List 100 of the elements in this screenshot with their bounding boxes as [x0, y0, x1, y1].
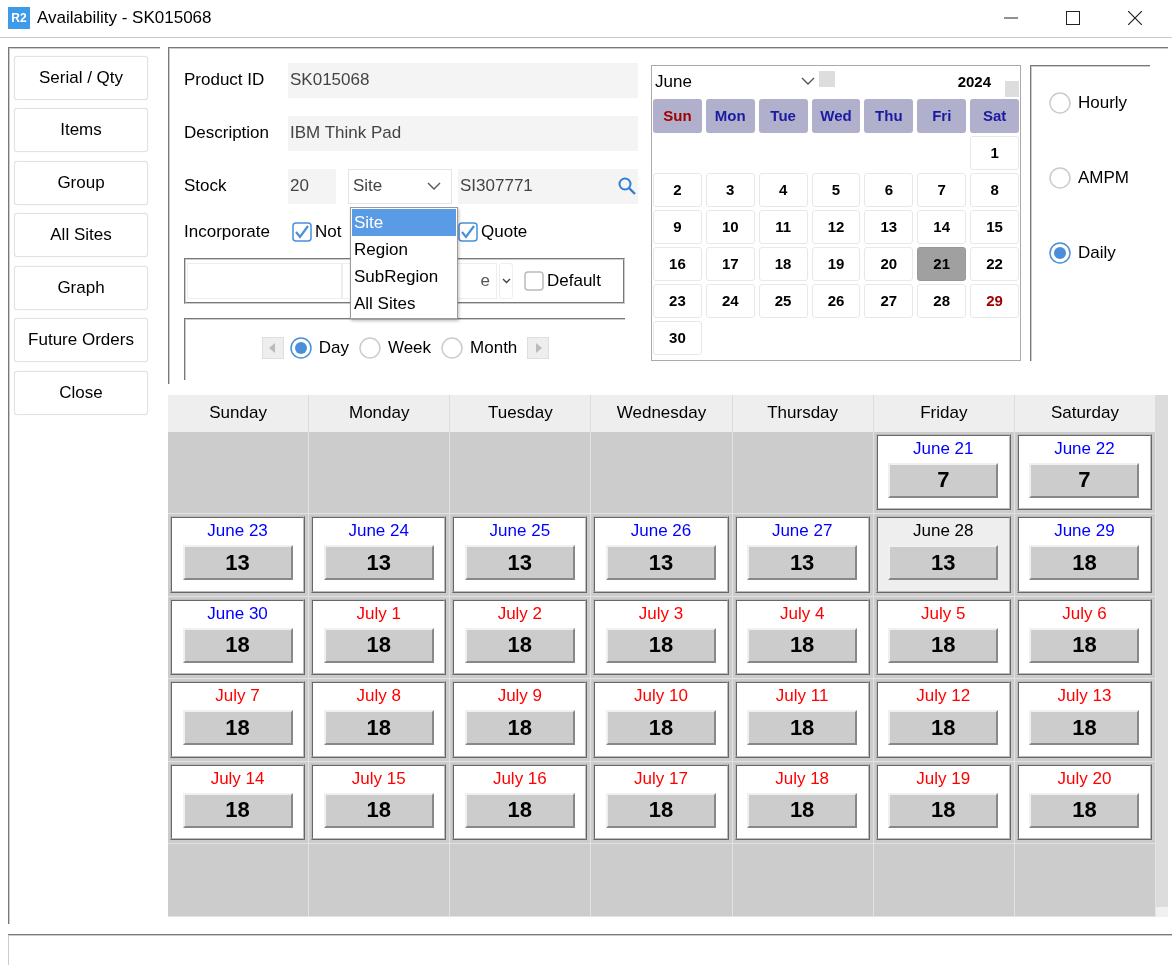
count-button[interactable]: 18: [1029, 792, 1140, 828]
radio-button[interactable]: [1049, 241, 1071, 264]
day-card[interactable]: July 8 18: [311, 681, 447, 758]
day-cell[interactable]: 3: [705, 172, 755, 207]
day-cell[interactable]: 15: [970, 209, 1019, 244]
day-card[interactable]: July 16 18: [452, 763, 588, 841]
day-card[interactable]: July 9 18: [452, 681, 588, 758]
day-card[interactable]: June 28 13: [875, 516, 1011, 593]
side-button[interactable]: Group: [14, 160, 148, 205]
side-button[interactable]: Future Orders: [14, 318, 148, 363]
day-cell[interactable]: 11: [758, 209, 808, 244]
dropdown-button[interactable]: [499, 262, 513, 299]
dropdown-option[interactable]: SubRegion: [352, 262, 456, 290]
day-cell[interactable]: 6: [864, 172, 914, 207]
count-button[interactable]: 18: [182, 710, 293, 746]
day-card[interactable]: July 11 18: [734, 681, 870, 758]
count-button[interactable]: 18: [323, 792, 434, 828]
day-card[interactable]: July 17 18: [593, 763, 729, 841]
day-cell[interactable]: 12: [811, 209, 861, 244]
day-card[interactable]: June 23 13: [170, 516, 306, 593]
count-button[interactable]: 18: [1029, 545, 1140, 581]
day-card[interactable]: July 5 18: [875, 598, 1011, 676]
day-cell[interactable]: 18: [758, 246, 808, 281]
dropdown-option[interactable]: All Sites: [352, 289, 456, 317]
combo-field[interactable]: [187, 262, 342, 299]
day-cell[interactable]: 20: [864, 246, 914, 281]
day-cell[interactable]: 14: [917, 209, 967, 244]
day-card[interactable]: June 26 13: [593, 516, 729, 593]
day-cell[interactable]: 28: [917, 283, 967, 318]
day-card[interactable]: July 10 18: [593, 681, 729, 758]
count-button[interactable]: 18: [464, 627, 575, 663]
next-button[interactable]: [527, 336, 550, 359]
count-button[interactable]: 18: [747, 792, 858, 828]
day-card[interactable]: July 15 18: [311, 763, 447, 841]
day-cell[interactable]: 5: [811, 172, 861, 207]
day-cell[interactable]: 17: [705, 246, 755, 281]
count-button[interactable]: 18: [1029, 710, 1140, 746]
side-button[interactable]: Serial / Qty: [14, 55, 148, 100]
count-button[interactable]: 18: [182, 627, 293, 663]
day-card[interactable]: June 27 13: [734, 516, 870, 593]
day-cell[interactable]: 19: [811, 246, 861, 281]
radio-button[interactable]: [358, 336, 381, 359]
checkbox[interactable]: [458, 221, 478, 242]
day-cell[interactable]: 30: [653, 320, 702, 355]
count-button[interactable]: 18: [323, 710, 434, 746]
input-field[interactable]: 20: [288, 168, 336, 204]
search-icon[interactable]: [618, 177, 636, 196]
day-card[interactable]: July 7 18: [170, 681, 306, 758]
dropdown-option[interactable]: Region: [352, 235, 456, 263]
checkbox[interactable]: [524, 270, 544, 291]
count-button[interactable]: 13: [323, 545, 434, 581]
close-icon[interactable]: [1128, 11, 1142, 26]
day-cell[interactable]: 23: [653, 283, 702, 318]
day-card[interactable]: July 3 18: [593, 598, 729, 676]
count-button[interactable]: 13: [747, 545, 858, 581]
day-cell[interactable]: 22: [970, 246, 1019, 281]
spinner-button[interactable]: [819, 70, 835, 87]
year-field[interactable]: 2024: [835, 73, 1005, 91]
count-button[interactable]: 18: [323, 627, 434, 663]
radio-button[interactable]: [289, 336, 312, 359]
count-button[interactable]: 18: [888, 710, 999, 746]
radio-button[interactable]: [1049, 166, 1071, 189]
count-button[interactable]: 7: [888, 462, 999, 498]
scrollbar[interactable]: [1156, 394, 1168, 917]
count-button[interactable]: 18: [464, 792, 575, 828]
day-cell[interactable]: 7: [917, 172, 967, 207]
day-card[interactable]: July 1 18: [311, 598, 447, 676]
day-cell[interactable]: 1: [970, 135, 1019, 170]
count-button[interactable]: 18: [464, 710, 575, 746]
side-button[interactable]: Items: [14, 108, 148, 153]
day-cell[interactable]: 9: [653, 209, 702, 244]
day-card[interactable]: July 18 18: [734, 763, 870, 841]
count-button[interactable]: 13: [888, 545, 999, 581]
day-cell[interactable]: 10: [705, 209, 755, 244]
side-button[interactable]: Graph: [14, 265, 148, 310]
count-button[interactable]: 13: [182, 545, 293, 581]
side-button[interactable]: Close: [14, 370, 148, 415]
checkbox[interactable]: [292, 221, 312, 242]
day-card[interactable]: July 6 18: [1016, 598, 1152, 676]
day-cell[interactable]: 16: [653, 246, 702, 281]
day-card[interactable]: July 2 18: [452, 598, 588, 676]
day-cell[interactable]: 8: [970, 172, 1019, 207]
previous-button[interactable]: [261, 336, 284, 359]
day-cell[interactable]: 4: [758, 172, 808, 207]
count-button[interactable]: 13: [606, 545, 716, 581]
count-button[interactable]: 18: [747, 710, 858, 746]
day-card[interactable]: June 24 13: [311, 516, 447, 593]
count-button[interactable]: 18: [888, 627, 999, 663]
count-button[interactable]: 13: [464, 545, 575, 581]
count-button[interactable]: 18: [606, 710, 716, 746]
day-cell[interactable]: 24: [705, 283, 755, 318]
count-button[interactable]: 18: [182, 792, 293, 828]
day-card[interactable]: July 19 18: [875, 763, 1011, 841]
day-cell[interactable]: 2: [653, 172, 702, 207]
input-field[interactable]: IBM Think Pad: [288, 115, 638, 151]
count-button[interactable]: 18: [606, 792, 716, 828]
input-field[interactable]: SK015068: [288, 62, 638, 98]
side-button[interactable]: All Sites: [14, 213, 148, 258]
count-button[interactable]: 18: [888, 792, 999, 828]
count-button[interactable]: 7: [1029, 462, 1140, 498]
